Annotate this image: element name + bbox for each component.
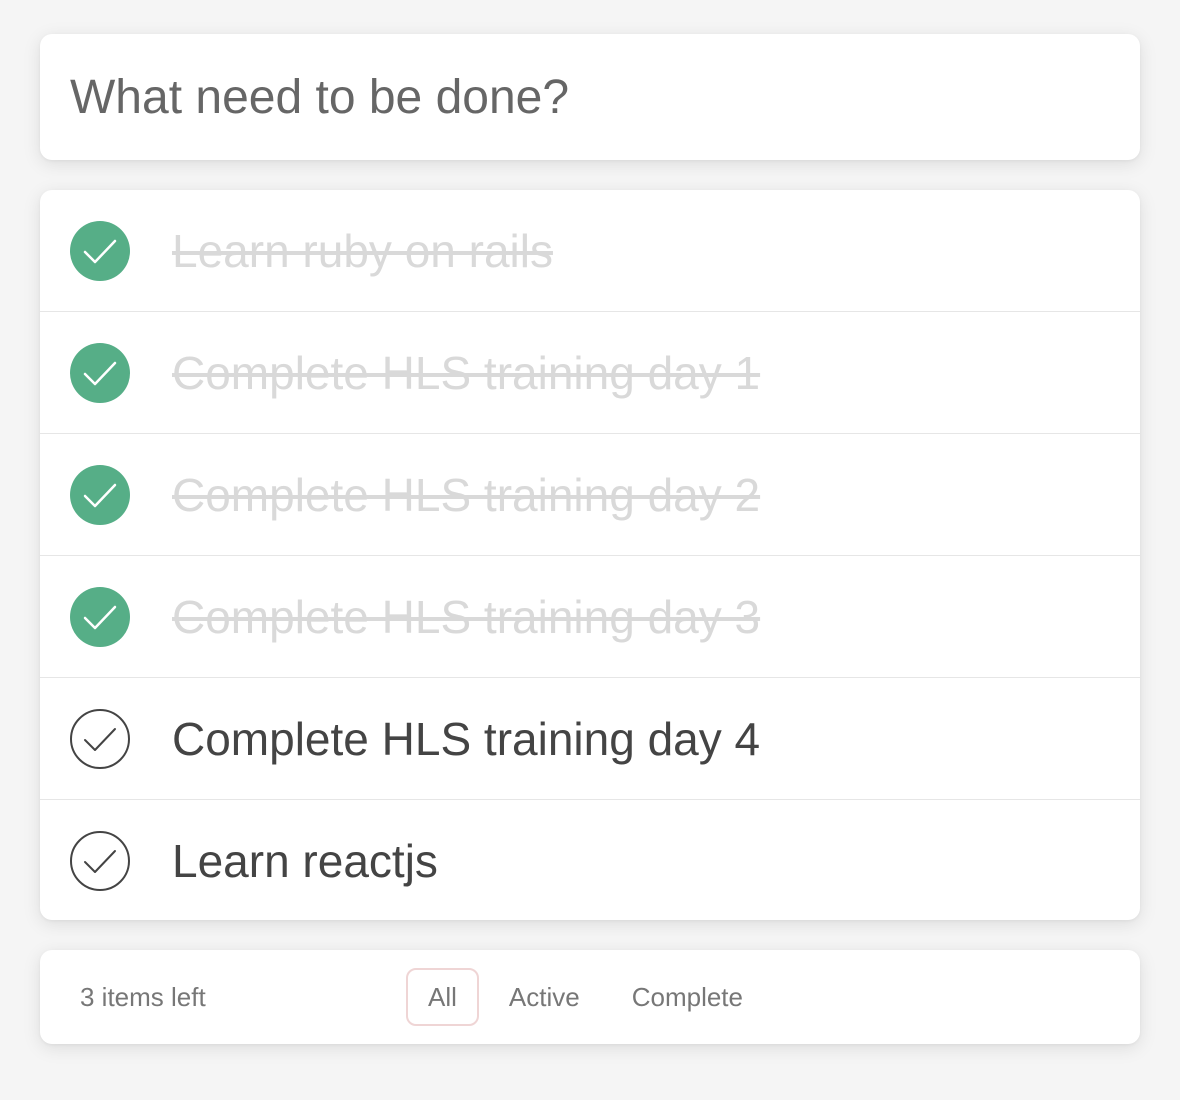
todo-item: Complete HLS training day 3 [40, 556, 1140, 678]
todo-item: Complete HLS training day 1 [40, 312, 1140, 434]
todo-item: Learn reactjs [40, 800, 1140, 920]
todo-item: Complete HLS training day 2 [40, 434, 1140, 556]
todo-label[interactable]: Complete HLS training day 3 [172, 556, 760, 678]
checkmark-icon [83, 605, 117, 630]
filter-all[interactable]: All [406, 968, 479, 1026]
checkmark-icon [83, 483, 117, 508]
todo-item: Learn ruby on rails [40, 190, 1140, 312]
todo-label[interactable]: Complete HLS training day 1 [172, 312, 760, 434]
checkmark-icon [83, 239, 117, 264]
todo-label[interactable]: Complete HLS training day 2 [172, 434, 760, 556]
new-todo-card [40, 34, 1140, 160]
checkmark-icon [83, 361, 117, 386]
check-circle-filled-icon[interactable] [70, 221, 130, 281]
filter-active[interactable]: Active [487, 968, 602, 1026]
todo-list: Learn ruby on rails Complete HLS trainin… [40, 190, 1140, 920]
todo-label[interactable]: Learn ruby on rails [172, 190, 553, 312]
check-circle-outline-icon[interactable] [70, 831, 130, 891]
check-circle-filled-icon[interactable] [70, 343, 130, 403]
checkmark-icon [84, 728, 116, 751]
filter-complete[interactable]: Complete [610, 968, 765, 1026]
check-circle-filled-icon[interactable] [70, 587, 130, 647]
todo-label[interactable]: Learn reactjs [172, 800, 438, 920]
filter-tabs: All Active Complete [406, 968, 773, 1026]
check-circle-filled-icon[interactable] [70, 465, 130, 525]
new-todo-input[interactable] [70, 34, 1110, 160]
checkmark-icon [84, 850, 116, 873]
check-circle-outline-icon[interactable] [70, 709, 130, 769]
todo-item: Complete HLS training day 4 [40, 678, 1140, 800]
todo-footer: 3 items left All Active Complete [40, 950, 1140, 1044]
todo-label[interactable]: Complete HLS training day 4 [172, 678, 760, 800]
items-left-count: 3 items left [80, 982, 206, 1012]
